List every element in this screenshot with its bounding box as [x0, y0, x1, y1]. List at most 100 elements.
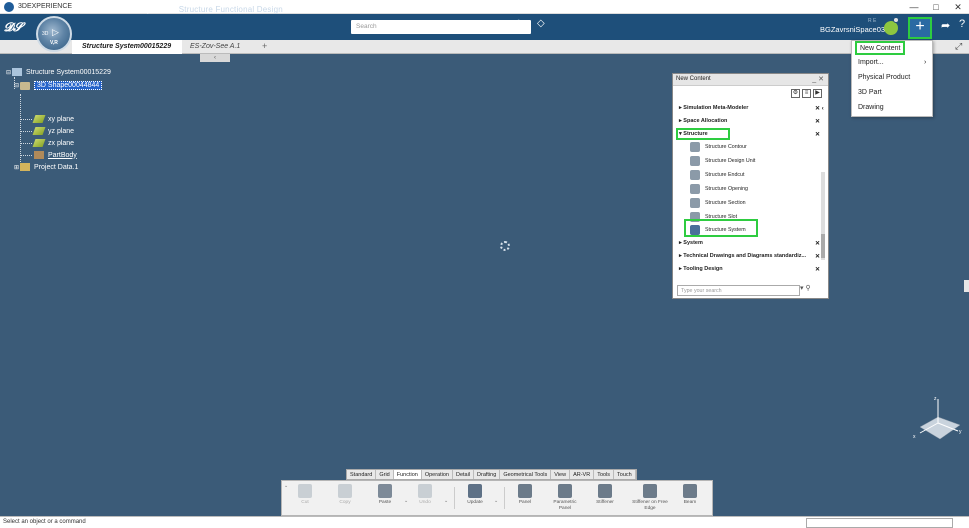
tree-node-zx-plane[interactable]: zx plane — [32, 139, 74, 147]
separator — [454, 487, 455, 509]
category-system[interactable]: ▸ System ✕ — [679, 240, 820, 247]
tab-standard[interactable]: Standard — [347, 470, 377, 479]
tab-drafting[interactable]: Drafting — [474, 470, 501, 479]
compass-icon[interactable]: 3D ▷ V,R — [36, 16, 72, 52]
expand-toggle-icon[interactable]: ⊞ — [14, 164, 19, 171]
category-label: System — [683, 240, 703, 246]
category-technical-drawings[interactable]: ▸ Technical Drawings and Diagrams standa… — [679, 253, 820, 260]
remove-icon[interactable]: ✕ ‹ — [815, 105, 824, 112]
tab-grid[interactable]: Grid — [376, 470, 394, 479]
close-button[interactable]: ✕ — [947, 0, 969, 14]
remove-icon[interactable]: ✕ — [815, 253, 820, 260]
search-icon[interactable]: ⚲ — [515, 19, 522, 30]
menu-drawing[interactable]: Drawing — [858, 104, 884, 111]
loading-spinner-icon — [500, 241, 510, 251]
ds-logo-icon[interactable]: 𝓓𝓢 — [0, 20, 26, 35]
remove-icon[interactable]: ✕ — [815, 118, 820, 125]
command-input[interactable] — [806, 518, 953, 528]
axis-compass-icon[interactable]: z x y — [910, 395, 965, 445]
search-input[interactable]: Search — [351, 20, 531, 34]
user-name[interactable]: BGZavrsniSpace03 ⌄ R E — [820, 18, 893, 34]
tab-view[interactable]: View — [551, 470, 571, 479]
undo-button[interactable]: Undo — [410, 484, 440, 506]
action-label: Stiffener — [596, 500, 614, 505]
expand-toggle-icon[interactable]: ⊟ — [6, 69, 11, 76]
minimize-button[interactable]: — — [903, 0, 925, 14]
share-icon[interactable]: ➦ — [941, 19, 950, 32]
beam-button[interactable]: Beam — [675, 484, 705, 506]
action-label: Panel — [518, 500, 532, 505]
tab-bar: Structure System00015229 ES-Zov-See A.1 … — [0, 40, 969, 54]
tab-detail[interactable]: Detail — [453, 470, 475, 479]
tree-node-3d-shape[interactable]: ⊟ 3D Shape00044844 — [14, 81, 103, 90]
collapse-handle[interactable]: ‹ — [200, 54, 230, 62]
update-dropdown-icon[interactable]: ⌄ — [494, 498, 498, 504]
item-structure-section[interactable]: Structure Section — [690, 198, 746, 208]
expand-toggle-icon[interactable]: ⊟ — [14, 82, 19, 89]
tree-root[interactable]: ⊟ Structure System00015229 — [6, 68, 111, 76]
tree-connector — [20, 131, 32, 132]
tab-ar-vr[interactable]: AR-VR — [570, 470, 595, 479]
scrollbar-thumb[interactable] — [821, 234, 825, 258]
tab-second[interactable]: ES-Zov-See A.1 — [190, 43, 240, 50]
copy-button[interactable]: Copy — [330, 484, 360, 506]
add-tab-button[interactable]: + — [262, 41, 267, 51]
undo-icon — [418, 484, 432, 498]
item-structure-contour[interactable]: Structure Contour — [690, 142, 747, 152]
tree-node-yz-plane[interactable]: yz plane — [32, 127, 74, 135]
category-space-allocation[interactable]: ▸ Space Allocation ✕ — [679, 118, 820, 125]
menu-new-content[interactable]: New Content — [855, 41, 905, 55]
menu-import[interactable]: Import... › — [858, 59, 926, 66]
plane-icon — [32, 127, 46, 135]
tab-operation[interactable]: Operation — [422, 470, 453, 479]
tab-geometrical-tools[interactable]: Geometrical Tools — [500, 470, 552, 479]
item-structure-opening[interactable]: Structure Opening — [690, 184, 748, 194]
expand-icon[interactable]: ⤢ — [955, 41, 962, 52]
stiffener-button[interactable]: Stiffener — [590, 484, 620, 506]
avatar-badge — [893, 17, 899, 23]
settings-icon[interactable]: ⚙ — [791, 89, 800, 98]
tab-tools[interactable]: Tools — [594, 470, 615, 479]
update-button[interactable]: Update — [460, 484, 490, 506]
panel-toolbar: ⚙ ≡ ▶ — [791, 89, 822, 98]
parametric-panel-button[interactable]: Parametric Panel — [550, 484, 580, 511]
stiffener-free-edge-button[interactable]: Stiffener on Free Edge — [632, 484, 668, 511]
tab-function[interactable]: Function — [393, 470, 422, 479]
remove-icon[interactable]: ✕ — [815, 266, 820, 273]
maximize-button[interactable]: □ — [925, 0, 947, 14]
tag-icon[interactable]: ◇ — [537, 18, 545, 29]
help-icon[interactable]: ? — [959, 18, 965, 30]
category-simulation[interactable]: ▸ Simulation Meta-Modeler ✕ ‹ — [679, 105, 824, 112]
app-brand: 3DEXPERIENCE | CATIA Structure Functiona… — [80, 5, 283, 14]
add-content-button[interactable]: + — [908, 17, 932, 39]
list-view-icon[interactable]: ≡ — [802, 89, 811, 98]
action-bar-collapse-icon[interactable]: ⌄ — [284, 483, 288, 489]
tree-node-xy-plane[interactable]: xy plane — [32, 115, 74, 123]
cut-button[interactable]: Cut — [290, 484, 320, 506]
menu-physical-product[interactable]: Physical Product — [858, 74, 910, 81]
search-icon[interactable]: ▾ ⚲ — [800, 284, 811, 292]
item-structure-endcut[interactable]: Structure Endcut — [690, 170, 744, 180]
avatar[interactable] — [884, 21, 898, 35]
menu-3d-part[interactable]: 3D Part — [858, 89, 882, 96]
panel-scrollbar[interactable] — [821, 172, 825, 260]
remove-icon[interactable]: ✕ — [815, 240, 820, 247]
panel-controls[interactable]: _ ✕ — [812, 75, 824, 83]
tree-node-partbody[interactable]: PartBody — [34, 151, 77, 159]
item-structure-design-unit[interactable]: Structure Design Unit — [690, 156, 755, 166]
panel-button[interactable]: Panel — [510, 484, 540, 506]
paste-button[interactable]: Paste — [370, 484, 400, 506]
parametric-panel-icon — [558, 484, 572, 498]
side-panel-handle[interactable] — [964, 280, 969, 292]
paste-dropdown-icon[interactable]: ⌄ — [404, 498, 408, 504]
paste-icon — [378, 484, 392, 498]
tree-node-project-data[interactable]: ⊞ Project Data.1 — [14, 163, 78, 171]
tab-structure-system[interactable]: Structure System00015229 — [72, 40, 182, 54]
content-search-input[interactable]: Type your search — [677, 285, 800, 296]
category-tooling-design[interactable]: ▸ Tooling Design ✕ — [679, 266, 820, 273]
remove-icon[interactable]: ✕ — [815, 131, 820, 138]
undo-dropdown-icon[interactable]: ⌄ — [444, 498, 448, 504]
tab-touch[interactable]: Touch — [614, 470, 636, 479]
expand-panel-icon[interactable]: ▶ — [813, 89, 822, 98]
add-content-menu: New Content Import... › Physical Product … — [851, 40, 933, 117]
